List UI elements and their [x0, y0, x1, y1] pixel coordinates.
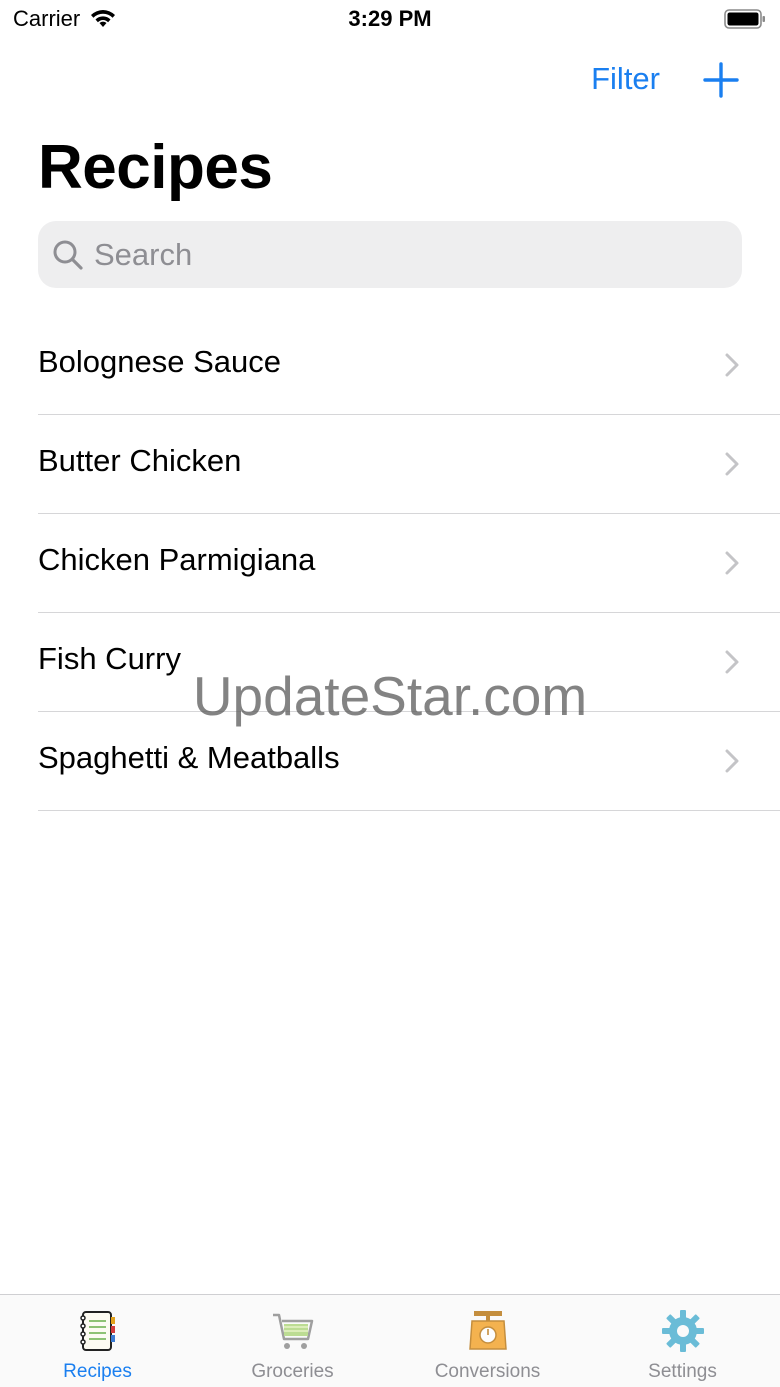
cart-icon: [272, 1313, 313, 1349]
scale-icon: [468, 1311, 507, 1350]
row-divider: [38, 810, 780, 811]
search-input[interactable]: [94, 236, 714, 273]
tab-groceries[interactable]: Groceries: [195, 1295, 390, 1387]
recipe-name: Fish Curry: [38, 641, 181, 676]
status-time: 3:29 PM: [348, 6, 432, 31]
chevron-right-icon: [725, 551, 739, 575]
recipe-row-butter-chicken[interactable]: Butter Chicken: [0, 415, 780, 514]
tab-settings[interactable]: Settings: [585, 1295, 780, 1387]
notebook-icon: [79, 1311, 115, 1351]
tab-conversions[interactable]: Conversions: [390, 1295, 585, 1387]
recipe-name: Chicken Parmigiana: [38, 542, 316, 577]
navigation-bar: Filter: [0, 50, 780, 110]
tab-recipes[interactable]: Recipes: [0, 1295, 195, 1387]
recipe-row-spaghetti-meatballs[interactable]: Spaghetti & Meatballs: [0, 712, 780, 811]
recipe-row-fish-curry[interactable]: Fish Curry: [0, 613, 780, 712]
recipe-list: Bolognese Sauce Butter Chicken Chicken P…: [0, 316, 780, 811]
search-icon: [53, 240, 83, 270]
recipe-name: Butter Chicken: [38, 443, 242, 478]
status-bar: Carrier 3:29 PM: [0, 0, 780, 40]
chevron-right-icon: [725, 650, 739, 674]
tab-label: Conversions: [434, 1361, 541, 1382]
gear-icon: [661, 1310, 704, 1352]
chevron-right-icon: [725, 452, 739, 476]
plus-icon: [703, 62, 739, 98]
tab-bar: Recipes Groceries Conversions Settings: [0, 1294, 780, 1387]
tab-label: Settings: [648, 1361, 717, 1382]
tab-label: Groceries: [251, 1361, 334, 1382]
recipe-name: Spaghetti & Meatballs: [38, 740, 340, 775]
filter-button[interactable]: Filter: [591, 61, 660, 97]
search-bar[interactable]: [38, 221, 742, 288]
battery-icon: [724, 9, 765, 29]
add-recipe-button[interactable]: [702, 61, 740, 99]
tab-label: Recipes: [63, 1361, 132, 1382]
recipe-name: Bolognese Sauce: [38, 344, 282, 379]
chevron-right-icon: [725, 353, 739, 377]
chevron-right-icon: [725, 749, 739, 773]
recipe-row-bolognese-sauce[interactable]: Bolognese Sauce: [0, 316, 780, 415]
page-title: Recipes: [38, 133, 273, 202]
recipe-row-chicken-parmigiana[interactable]: Chicken Parmigiana: [0, 514, 780, 613]
